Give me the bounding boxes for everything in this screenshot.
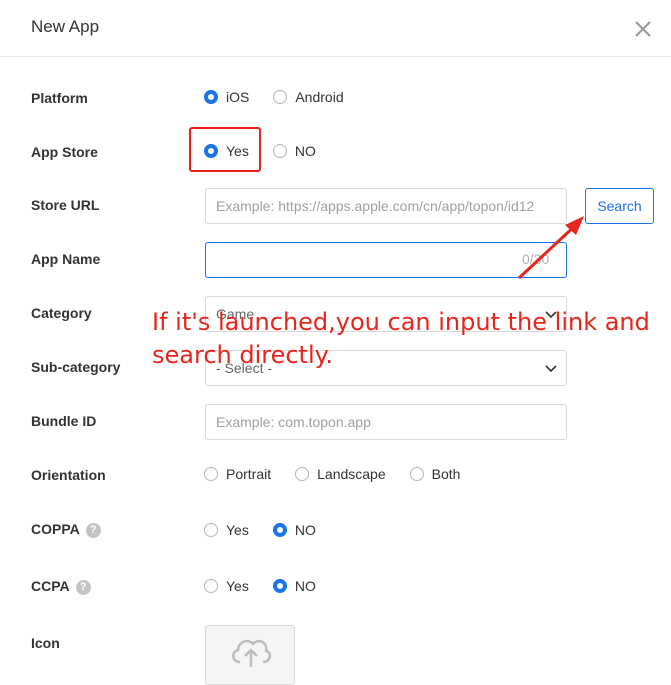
radio-label: iOS	[226, 89, 250, 105]
platform-android-radio[interactable]: Android	[273, 89, 344, 105]
orientation-label: Orientation	[31, 467, 106, 483]
sub-category-label: Sub-category	[31, 359, 121, 375]
coppa-label-text: COPPA	[31, 521, 80, 537]
bundle-id-input[interactable]	[205, 404, 567, 440]
radio-label: Portrait	[226, 466, 272, 482]
coppa-radio-group: Yes NO	[204, 522, 340, 538]
cloud-upload-icon	[232, 639, 272, 667]
orientation-radio-group: Portrait Landscape Both	[204, 466, 484, 482]
radio-checked-icon	[272, 579, 287, 593]
radio-checked-icon	[272, 523, 287, 537]
app-store-label: App Store	[31, 144, 98, 160]
ccpa-no-radio[interactable]: NO	[272, 578, 316, 594]
search-button[interactable]: Search	[585, 188, 654, 224]
bundle-id-label: Bundle ID	[31, 413, 97, 429]
coppa-label: COPPA?	[31, 520, 101, 538]
radio-unchecked-icon	[273, 90, 288, 104]
app-name-input[interactable]	[205, 242, 567, 278]
radio-unchecked-icon	[409, 467, 424, 481]
annotation-text: If it's launched,you can input the link …	[152, 308, 650, 369]
radio-label: NO	[294, 143, 316, 159]
platform-radio-group: iOS Android	[204, 89, 368, 105]
radio-label: Landscape	[317, 466, 386, 482]
platform-ios-radio[interactable]: iOS	[204, 89, 249, 105]
app-name-counter: 0/30	[522, 251, 550, 267]
orientation-landscape-radio[interactable]: Landscape	[295, 466, 386, 482]
radio-unchecked-icon	[204, 579, 218, 593]
dialog-header: New App	[0, 0, 671, 57]
coppa-no-radio[interactable]: NO	[272, 522, 316, 538]
category-label: Category	[31, 305, 92, 321]
ccpa-radio-group: Yes NO	[204, 578, 340, 594]
ccpa-label: CCPA?	[31, 577, 91, 595]
orientation-portrait-radio[interactable]: Portrait	[204, 466, 271, 482]
radio-checked-icon	[204, 90, 218, 104]
help-icon[interactable]: ?	[75, 579, 91, 595]
radio-label: NO	[294, 522, 316, 538]
radio-label: NO	[294, 578, 316, 594]
dialog-title: New App	[31, 17, 100, 36]
radio-label: Both	[431, 466, 461, 482]
radio-unchecked-icon	[204, 467, 218, 481]
help-icon[interactable]: ?	[85, 522, 101, 538]
radio-label: Yes	[226, 578, 249, 594]
icon-upload-button[interactable]	[205, 625, 295, 685]
orientation-both-radio[interactable]: Both	[409, 466, 461, 482]
radio-unchecked-icon	[272, 144, 287, 158]
close-icon[interactable]	[631, 17, 655, 41]
annotation-highlight-box	[189, 127, 261, 172]
ccpa-label-text: CCPA	[31, 578, 70, 594]
platform-label: Platform	[31, 90, 88, 106]
app-store-no-radio[interactable]: NO	[272, 143, 316, 159]
radio-label: Android	[295, 89, 344, 105]
store-url-input[interactable]	[205, 188, 567, 224]
store-url-label: Store URL	[31, 197, 100, 213]
coppa-yes-radio[interactable]: Yes	[204, 522, 249, 538]
icon-label: Icon	[31, 635, 60, 651]
ccpa-yes-radio[interactable]: Yes	[204, 578, 249, 594]
radio-label: Yes	[226, 522, 249, 538]
app-name-label: App Name	[31, 251, 101, 267]
radio-unchecked-icon	[204, 523, 218, 537]
radio-unchecked-icon	[295, 467, 310, 481]
